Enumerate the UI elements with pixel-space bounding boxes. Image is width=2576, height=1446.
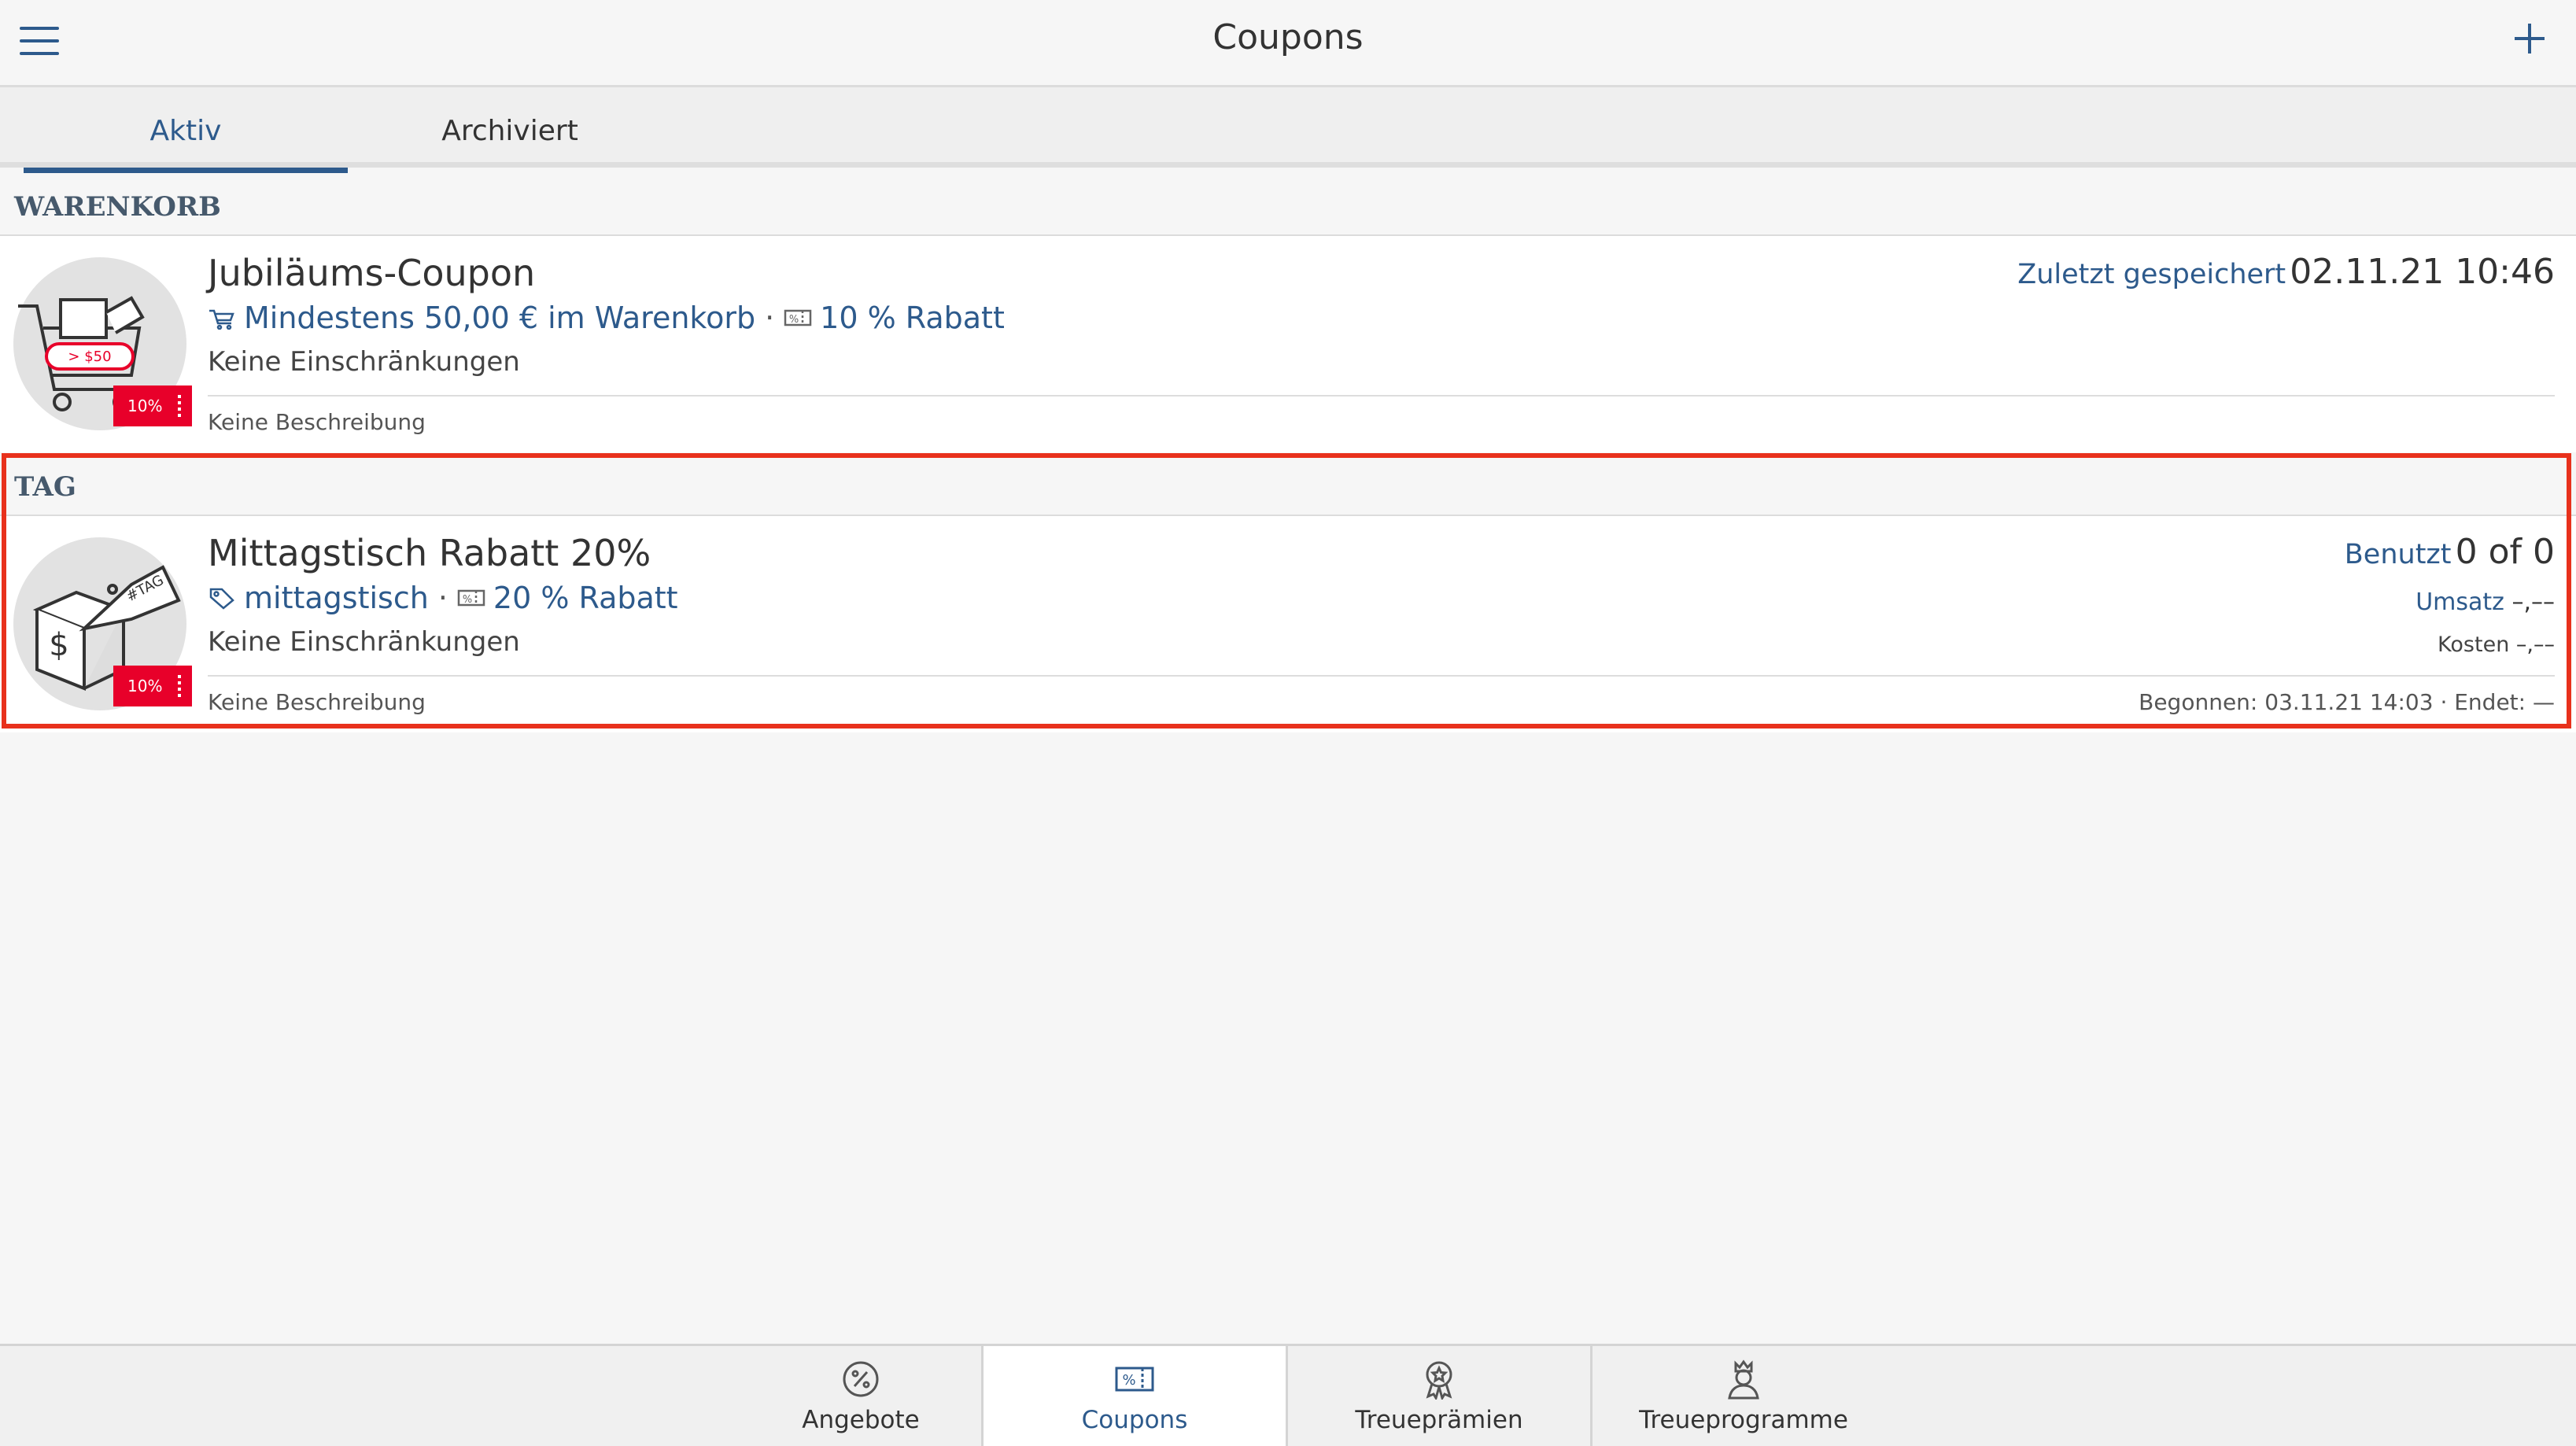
divider [208, 675, 2555, 677]
restriction-text: Keine Einschränkungen [208, 626, 520, 658]
discount-badge: 10% [113, 385, 192, 426]
usage-meta: Benutzt 0 of 0 [2345, 532, 2555, 572]
award-rosette-icon [1426, 1361, 1452, 1400]
saved-label: Zuletzt gespeichert [2017, 259, 2286, 290]
restriction-text: Keine Einschränkungen [208, 346, 520, 378]
nav-coupons[interactable]: % Coupons [984, 1346, 1286, 1446]
svg-text:$: $ [49, 627, 68, 663]
discount-ticket-icon: % [784, 309, 812, 326]
nav-label: Treueprämien [1355, 1406, 1523, 1434]
discount-text: 10 % Rabatt [820, 301, 1005, 335]
svg-text:%: % [789, 314, 799, 326]
tab-aktiv[interactable]: Aktiv [24, 87, 348, 173]
tag-condition-icon [209, 588, 234, 610]
cost-label: Kosten [2438, 633, 2510, 657]
revenue-meta: Umsatz –,–– [2415, 588, 2555, 616]
coupon-ticket-icon: % [1115, 1367, 1154, 1392]
divider [208, 395, 2555, 397]
discount-ticket-icon: % [457, 589, 485, 607]
discount-badge: 10% [113, 666, 192, 706]
nav-label: Coupons [1081, 1406, 1188, 1434]
section-header-warenkorb: WARENKORB [0, 173, 2576, 236]
condition-text: mittagstisch [244, 581, 429, 615]
tab-bar: Aktiv Archiviert [0, 87, 2576, 173]
date-range: Begonnen: 03.11.21 14:03 · Endet: — [2139, 689, 2555, 715]
condition-text: Mindestens 50,00 € im Warenkorb [244, 301, 756, 335]
bottom-navigation: Angebote % Coupons Treueprämien Treuepro… [0, 1344, 2576, 1446]
section-header-tag: TAG [0, 453, 2576, 516]
used-label: Benutzt [2344, 539, 2452, 570]
svg-text:> $50: > $50 [68, 349, 111, 365]
tab-archiviert[interactable]: Archiviert [348, 87, 672, 168]
page-title: Coupons [1212, 17, 1364, 57]
percent-badge-icon [843, 1361, 879, 1397]
nav-treuepraemien[interactable]: Treueprämien [1288, 1346, 1590, 1446]
revenue-label: Umsatz [2415, 588, 2504, 616]
saved-value: 02.11.21 10:46 [2290, 252, 2555, 292]
coupon-conditions: Mindestens 50,00 € im Warenkorb · % 10 %… [208, 301, 1005, 335]
description-text: Keine Beschreibung [208, 689, 426, 715]
coupon-conditions: mittagstisch · % 20 % Rabatt [208, 581, 678, 615]
used-value: 0 of 0 [2455, 532, 2555, 572]
saved-meta: Zuletzt gespeichert 02.11.21 10:46 [2017, 252, 2555, 292]
coupon-title: Jubiläums-Coupon [208, 252, 536, 294]
cart-condition-icon [209, 309, 234, 330]
description-text: Keine Beschreibung [208, 409, 426, 435]
coupon-card-jubilaeum[interactable]: > $50 10% Jubiläums-Coupon Mindestens 50… [0, 236, 2576, 452]
coupon-image-tag-box: #TAG $ 10% [13, 537, 192, 710]
coupon-card-mittagstisch[interactable]: #TAG $ 10% Mittagstisch Rabatt 20% mitta… [0, 516, 2576, 732]
king-person-icon [1728, 1359, 1759, 1400]
nav-label: Treueprogramme [1639, 1406, 1848, 1434]
coupon-image-cart: > $50 10% [13, 257, 192, 430]
svg-text:%: % [1122, 1372, 1135, 1389]
top-bar: Coupons [0, 0, 2576, 87]
revenue-value: –,–– [2511, 588, 2555, 616]
nav-label: Angebote [802, 1406, 920, 1434]
discount-text: 20 % Rabatt [493, 581, 678, 615]
cost-value: –,–– [2515, 633, 2555, 657]
add-coupon-plus-icon[interactable] [2515, 24, 2545, 53]
coupon-title: Mittagstisch Rabatt 20% [208, 532, 651, 574]
nav-angebote[interactable]: Angebote [740, 1346, 982, 1446]
coupons-screen: Coupons Aktiv Archiviert WARENKORB > $50 [0, 0, 2576, 1446]
cost-meta: Kosten –,–– [2438, 633, 2555, 657]
nav-treueprogramme[interactable]: Treueprogramme [1592, 1346, 1895, 1446]
svg-text:%: % [463, 594, 472, 606]
